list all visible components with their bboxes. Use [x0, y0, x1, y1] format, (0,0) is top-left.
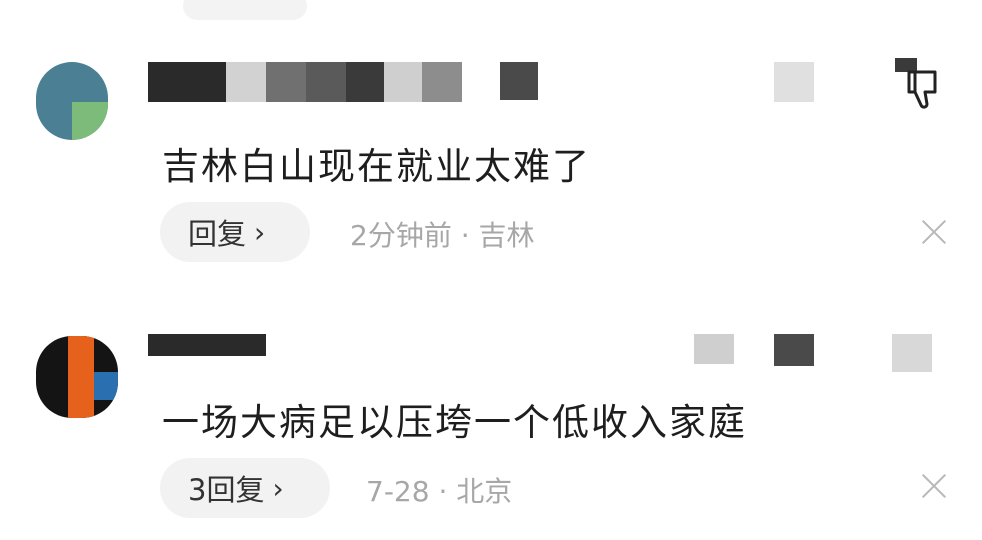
reply-button[interactable]: 3回复 ›	[160, 458, 330, 518]
meta-separator: ·	[438, 475, 448, 508]
avatar[interactable]	[36, 62, 108, 140]
comment-item: 一场大病足以压垮一个低收入家庭 3回复 › 7-28 · 北京	[0, 330, 982, 530]
comment-location: 北京	[456, 475, 513, 508]
reply-label: 回复	[188, 217, 247, 251]
chevron-right-icon: ›	[254, 215, 266, 249]
comment-text: 吉林白山现在就业太难了	[162, 145, 591, 188]
comment-meta: 7-28 · 北京	[366, 470, 512, 510]
comment-item: 吉林白山现在就业太难了 回复 › 2分钟前 · 吉林	[0, 58, 982, 273]
reply-button[interactable]: 回复 ›	[160, 202, 310, 262]
comment-meta: 2分钟前 · 吉林	[350, 214, 535, 254]
previous-reply-button[interactable]	[183, 0, 307, 20]
close-icon[interactable]	[920, 218, 948, 246]
close-icon[interactable]	[920, 472, 948, 500]
comment-time: 2分钟前	[350, 219, 452, 252]
chevron-right-icon: ›	[272, 471, 284, 505]
comment-location: 吉林	[478, 219, 535, 252]
comment-text: 一场大病足以压垮一个低收入家庭	[162, 401, 747, 444]
dislike-icon[interactable]	[895, 58, 951, 114]
avatar[interactable]	[36, 336, 118, 418]
comment-time: 7-28	[366, 475, 430, 508]
meta-separator: ·	[460, 219, 470, 252]
reply-label: 3回复	[188, 473, 265, 507]
